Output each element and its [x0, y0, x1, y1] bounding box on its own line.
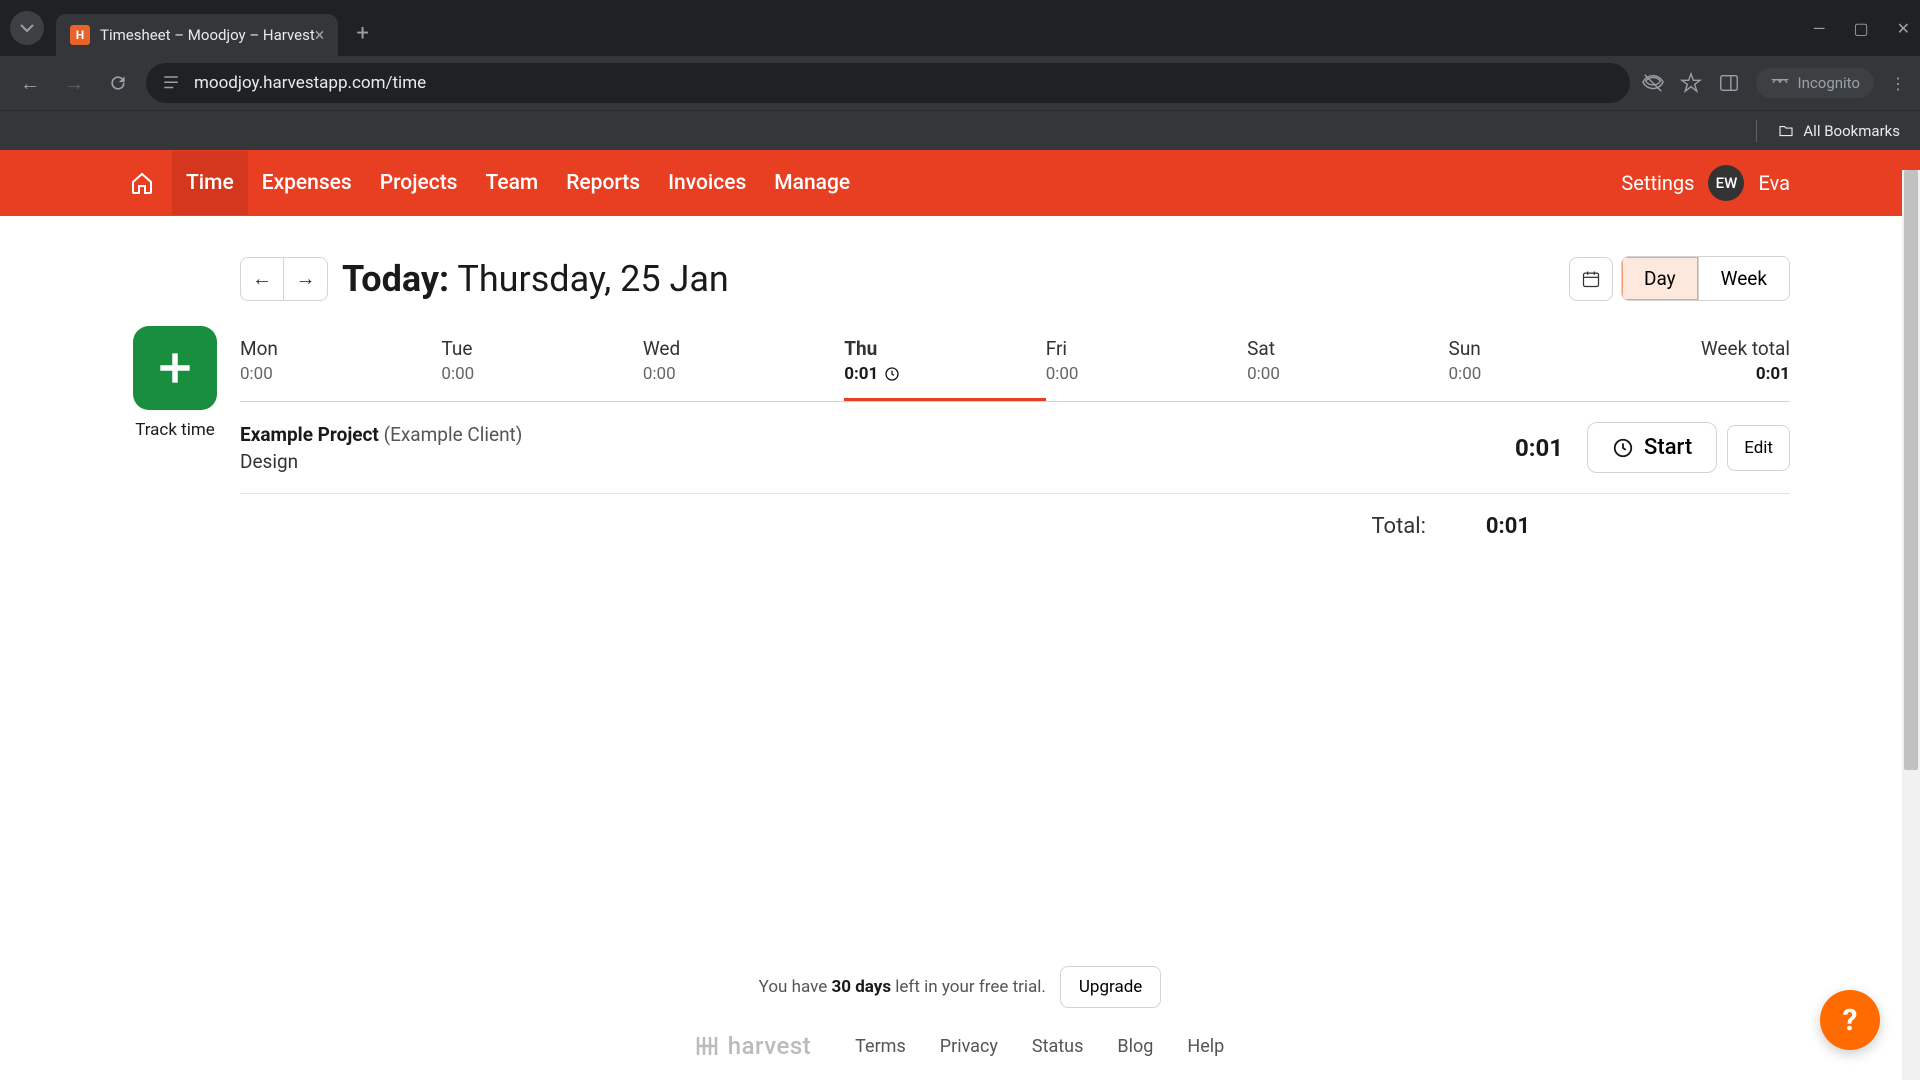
- new-tab-button[interactable]: +: [356, 21, 368, 46]
- footer-link-blog[interactable]: Blog: [1117, 1036, 1153, 1057]
- entry-duration: 0:01: [1515, 434, 1563, 462]
- nav-projects[interactable]: Projects: [366, 151, 472, 215]
- close-tab-icon[interactable]: ×: [315, 25, 325, 46]
- window-controls: — ▢ ✕: [1813, 19, 1910, 38]
- total-label: Total:: [1371, 514, 1425, 539]
- time-entry-row: Example Project (Example Client) Design …: [240, 402, 1790, 494]
- footer-link-status[interactable]: Status: [1032, 1036, 1083, 1057]
- footer: You have 30 days left in your free trial…: [0, 966, 1920, 1060]
- tab-search-dropdown[interactable]: [10, 11, 44, 45]
- nav-expenses[interactable]: Expenses: [248, 151, 366, 215]
- site-settings-icon[interactable]: [162, 74, 180, 92]
- day-tab-fri[interactable]: Fri 0:00: [1046, 327, 1247, 401]
- home-icon[interactable]: [130, 171, 154, 195]
- entry-project: Example Project (Example Client): [240, 423, 1515, 446]
- clock-icon: [1612, 437, 1634, 459]
- scrollbar[interactable]: [1902, 170, 1920, 1080]
- bookmark-star-icon[interactable]: [1680, 72, 1702, 94]
- harvest-logo: harvest: [696, 1032, 811, 1060]
- browser-tab[interactable]: H Timesheet – Moodjoy – Harvest ×: [56, 14, 338, 56]
- forward-button[interactable]: →: [58, 67, 90, 99]
- reload-button[interactable]: [102, 67, 134, 99]
- entry-task: Design: [240, 450, 1515, 473]
- start-timer-button[interactable]: Start: [1587, 422, 1717, 473]
- day-total-row: Total: 0:01: [240, 494, 1790, 559]
- day-tab-wed[interactable]: Wed 0:00: [643, 327, 844, 401]
- calendar-icon: [1581, 269, 1601, 289]
- view-day-button[interactable]: Day: [1622, 257, 1698, 300]
- incognito-badge[interactable]: Incognito: [1756, 68, 1874, 98]
- footer-link-terms[interactable]: Terms: [855, 1036, 906, 1057]
- nav-items: Time Expenses Projects Team Reports Invo…: [172, 151, 864, 215]
- harvest-favicon-icon: H: [70, 25, 90, 45]
- day-tab-sun[interactable]: Sun 0:00: [1449, 327, 1650, 401]
- maximize-icon[interactable]: ▢: [1853, 19, 1868, 38]
- prev-day-button[interactable]: ←: [240, 257, 284, 301]
- nav-invoices[interactable]: Invoices: [654, 151, 760, 215]
- week-total: Week total 0:01: [1650, 327, 1790, 401]
- trial-text: You have 30 days left in your free trial…: [759, 977, 1046, 997]
- address-bar[interactable]: moodjoy.harvestapp.com/time: [146, 63, 1630, 103]
- nav-reports[interactable]: Reports: [552, 151, 654, 215]
- page-title: Today: Thursday, 25 Jan: [342, 258, 729, 300]
- clock-icon: [884, 366, 900, 382]
- nav-time[interactable]: Time: [172, 151, 248, 215]
- side-panel-icon[interactable]: [1718, 72, 1740, 94]
- browser-tab-strip: H Timesheet – Moodjoy – Harvest × + — ▢ …: [0, 0, 1920, 56]
- nav-manage[interactable]: Manage: [760, 151, 864, 215]
- help-fab-button[interactable]: ?: [1820, 990, 1880, 1050]
- browser-toolbar: ← → moodjoy.harvestapp.com/time Incognit…: [0, 56, 1920, 110]
- next-day-button[interactable]: →: [284, 257, 328, 301]
- upgrade-button[interactable]: Upgrade: [1060, 966, 1161, 1008]
- footer-link-help[interactable]: Help: [1187, 1036, 1224, 1057]
- week-day-tabs: Mon 0:00 Tue 0:00 Wed 0:00 Thu 0:01 Fri …: [240, 327, 1790, 402]
- close-window-icon[interactable]: ✕: [1897, 19, 1910, 38]
- bookmarks-bar: All Bookmarks: [0, 110, 1920, 150]
- user-avatar[interactable]: EW: [1708, 165, 1744, 201]
- total-value: 0:01: [1486, 514, 1530, 539]
- url-text: moodjoy.harvestapp.com/time: [194, 73, 426, 93]
- tracking-protection-icon[interactable]: [1642, 72, 1664, 94]
- user-name[interactable]: Eva: [1758, 171, 1790, 195]
- track-time-button[interactable]: [133, 326, 217, 410]
- all-bookmarks-button[interactable]: All Bookmarks: [1777, 122, 1900, 140]
- minimize-icon[interactable]: —: [1813, 19, 1826, 38]
- edit-entry-button[interactable]: Edit: [1727, 425, 1790, 471]
- view-toggle: Day Week: [1621, 256, 1790, 301]
- nav-settings[interactable]: Settings: [1621, 171, 1694, 195]
- back-button[interactable]: ←: [14, 67, 46, 99]
- day-tab-sat[interactable]: Sat 0:00: [1247, 327, 1448, 401]
- day-tab-tue[interactable]: Tue 0:00: [441, 327, 642, 401]
- day-tab-thu[interactable]: Thu 0:01: [844, 327, 1045, 401]
- track-time-label: Track time: [130, 420, 220, 440]
- nav-team[interactable]: Team: [472, 151, 553, 215]
- scrollbar-thumb[interactable]: [1904, 170, 1918, 770]
- calendar-button[interactable]: [1569, 257, 1613, 301]
- day-tab-mon[interactable]: Mon 0:00: [240, 327, 441, 401]
- footer-link-privacy[interactable]: Privacy: [940, 1036, 998, 1057]
- view-week-button[interactable]: Week: [1698, 257, 1789, 300]
- app-navbar: Time Expenses Projects Team Reports Invo…: [0, 150, 1920, 216]
- browser-menu-icon[interactable]: ⋮: [1890, 74, 1906, 93]
- tab-title: Timesheet – Moodjoy – Harvest: [100, 26, 315, 44]
